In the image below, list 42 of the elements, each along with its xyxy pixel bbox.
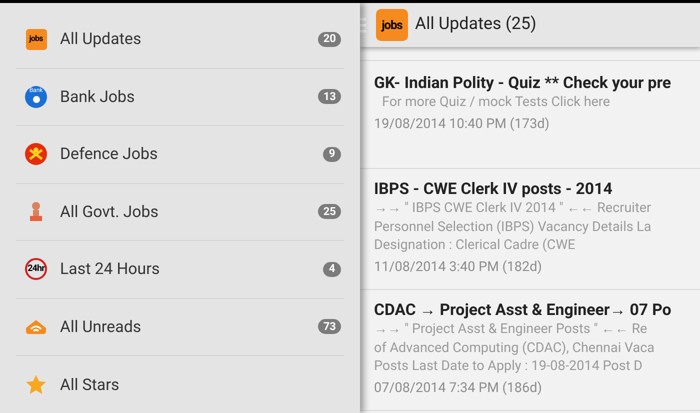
- menu-icon[interactable]: [360, 17, 366, 33]
- item-label: Defence Jobs: [60, 143, 159, 166]
- post-item[interactable]: IBPS - CWE Clerk IV posts - 2014 →→ " IBPS CWE Clerk IV 2014 " ←← Recruiter Personnel Selection (IBPS) Vacancy Details La Designation : Clerical Cadre (CWE 11/08/2014 3:40 PM (182d): [360, 169, 700, 290]
- count-pill: 25: [318, 204, 341, 220]
- drawer-item[interactable]: All Stars: [16, 356, 344, 413]
- post-title: CDAC → Project Asst & Engineer→ 07 Po: [374, 300, 672, 320]
- drawer-item[interactable]: Defence Jobs 9: [16, 126, 344, 184]
- item-label: Last 24 Hours: [60, 258, 161, 280]
- post-item[interactable]: GK- Indian Polity - Quiz ** Check your pre For more Quiz / mock Tests Click here 19/08/2014 10:40 PM (173d): [360, 61, 700, 169]
- star-icon: [25, 374, 47, 396]
- drawer-item[interactable]: jobs All Updates 20: [16, 11, 344, 68]
- post-snippet: For more Quiz / mock Tests Click here: [381, 93, 610, 112]
- post-snippet: of Advanced Computing (CDAC), Chennai Vaca: [374, 338, 655, 357]
- post-snippet: Posts Last Date to Apply : 19-08-2014 Post D: [374, 357, 642, 376]
- drawer-item[interactable]: All Govt. Jobs 25: [16, 184, 344, 241]
- drawer-item[interactable]: 24hr Last 24 Hours 4: [16, 241, 344, 298]
- feed-icon: [25, 318, 47, 335]
- count-pill: 20: [318, 32, 341, 47]
- drawer-item[interactable]: All Unreads 73: [16, 298, 344, 356]
- item-label: All Updates: [60, 28, 142, 50]
- post-date: 07/08/2014 7:34 PM (186d): [374, 378, 542, 396]
- post-date: 11/08/2014 3:40 PM (182d): [374, 258, 542, 276]
- post-date: 19/08/2014 10:40 PM (173d): [374, 114, 550, 132]
- post-snippet: Personnel Selection (IBPS) Vacancy Details La: [374, 218, 652, 236]
- post-snippet: Designation : Clerical Cadre (CWE: [374, 236, 576, 254]
- item-label: All Stars: [60, 374, 120, 396]
- count-pill: 4: [323, 262, 341, 277]
- post-snippet: →→ " Project Asst & Engineer Posts " ←← Re: [374, 320, 648, 338]
- post-title: GK- Indian Polity - Quiz ** Check your pre: [374, 73, 672, 93]
- logo-icon: jobs: [26, 28, 46, 50]
- item-label: All Govt. Jobs: [60, 200, 160, 223]
- app-logo[interactable]: jobs: [376, 9, 408, 41]
- post-snippet: →→ " IBPS CWE Clerk IV 2014 " ←← Recruiter: [374, 199, 652, 218]
- count-pill: 9: [323, 146, 341, 162]
- clock-icon: 24hr: [25, 258, 47, 280]
- item-label: All Unreads: [60, 316, 142, 338]
- item-label: Bank Jobs: [60, 86, 136, 108]
- count-pill: 73: [318, 319, 341, 334]
- screen-title: All Updates (25): [415, 13, 536, 36]
- post-item[interactable]: CDAC → Project Asst & Engineer→ 07 Po →→ " Project Asst & Engineer Posts " ←← Re of Advanced Computing (CDAC), Chennai Vaca Posts Last Date to Apply : 19-08-2014 Post D 07/08/2014 7:34 PM (186d): [360, 290, 700, 411]
- post-title: IBPS - CWE Clerk IV posts - 2014: [374, 179, 612, 199]
- count-pill: 13: [318, 89, 341, 104]
